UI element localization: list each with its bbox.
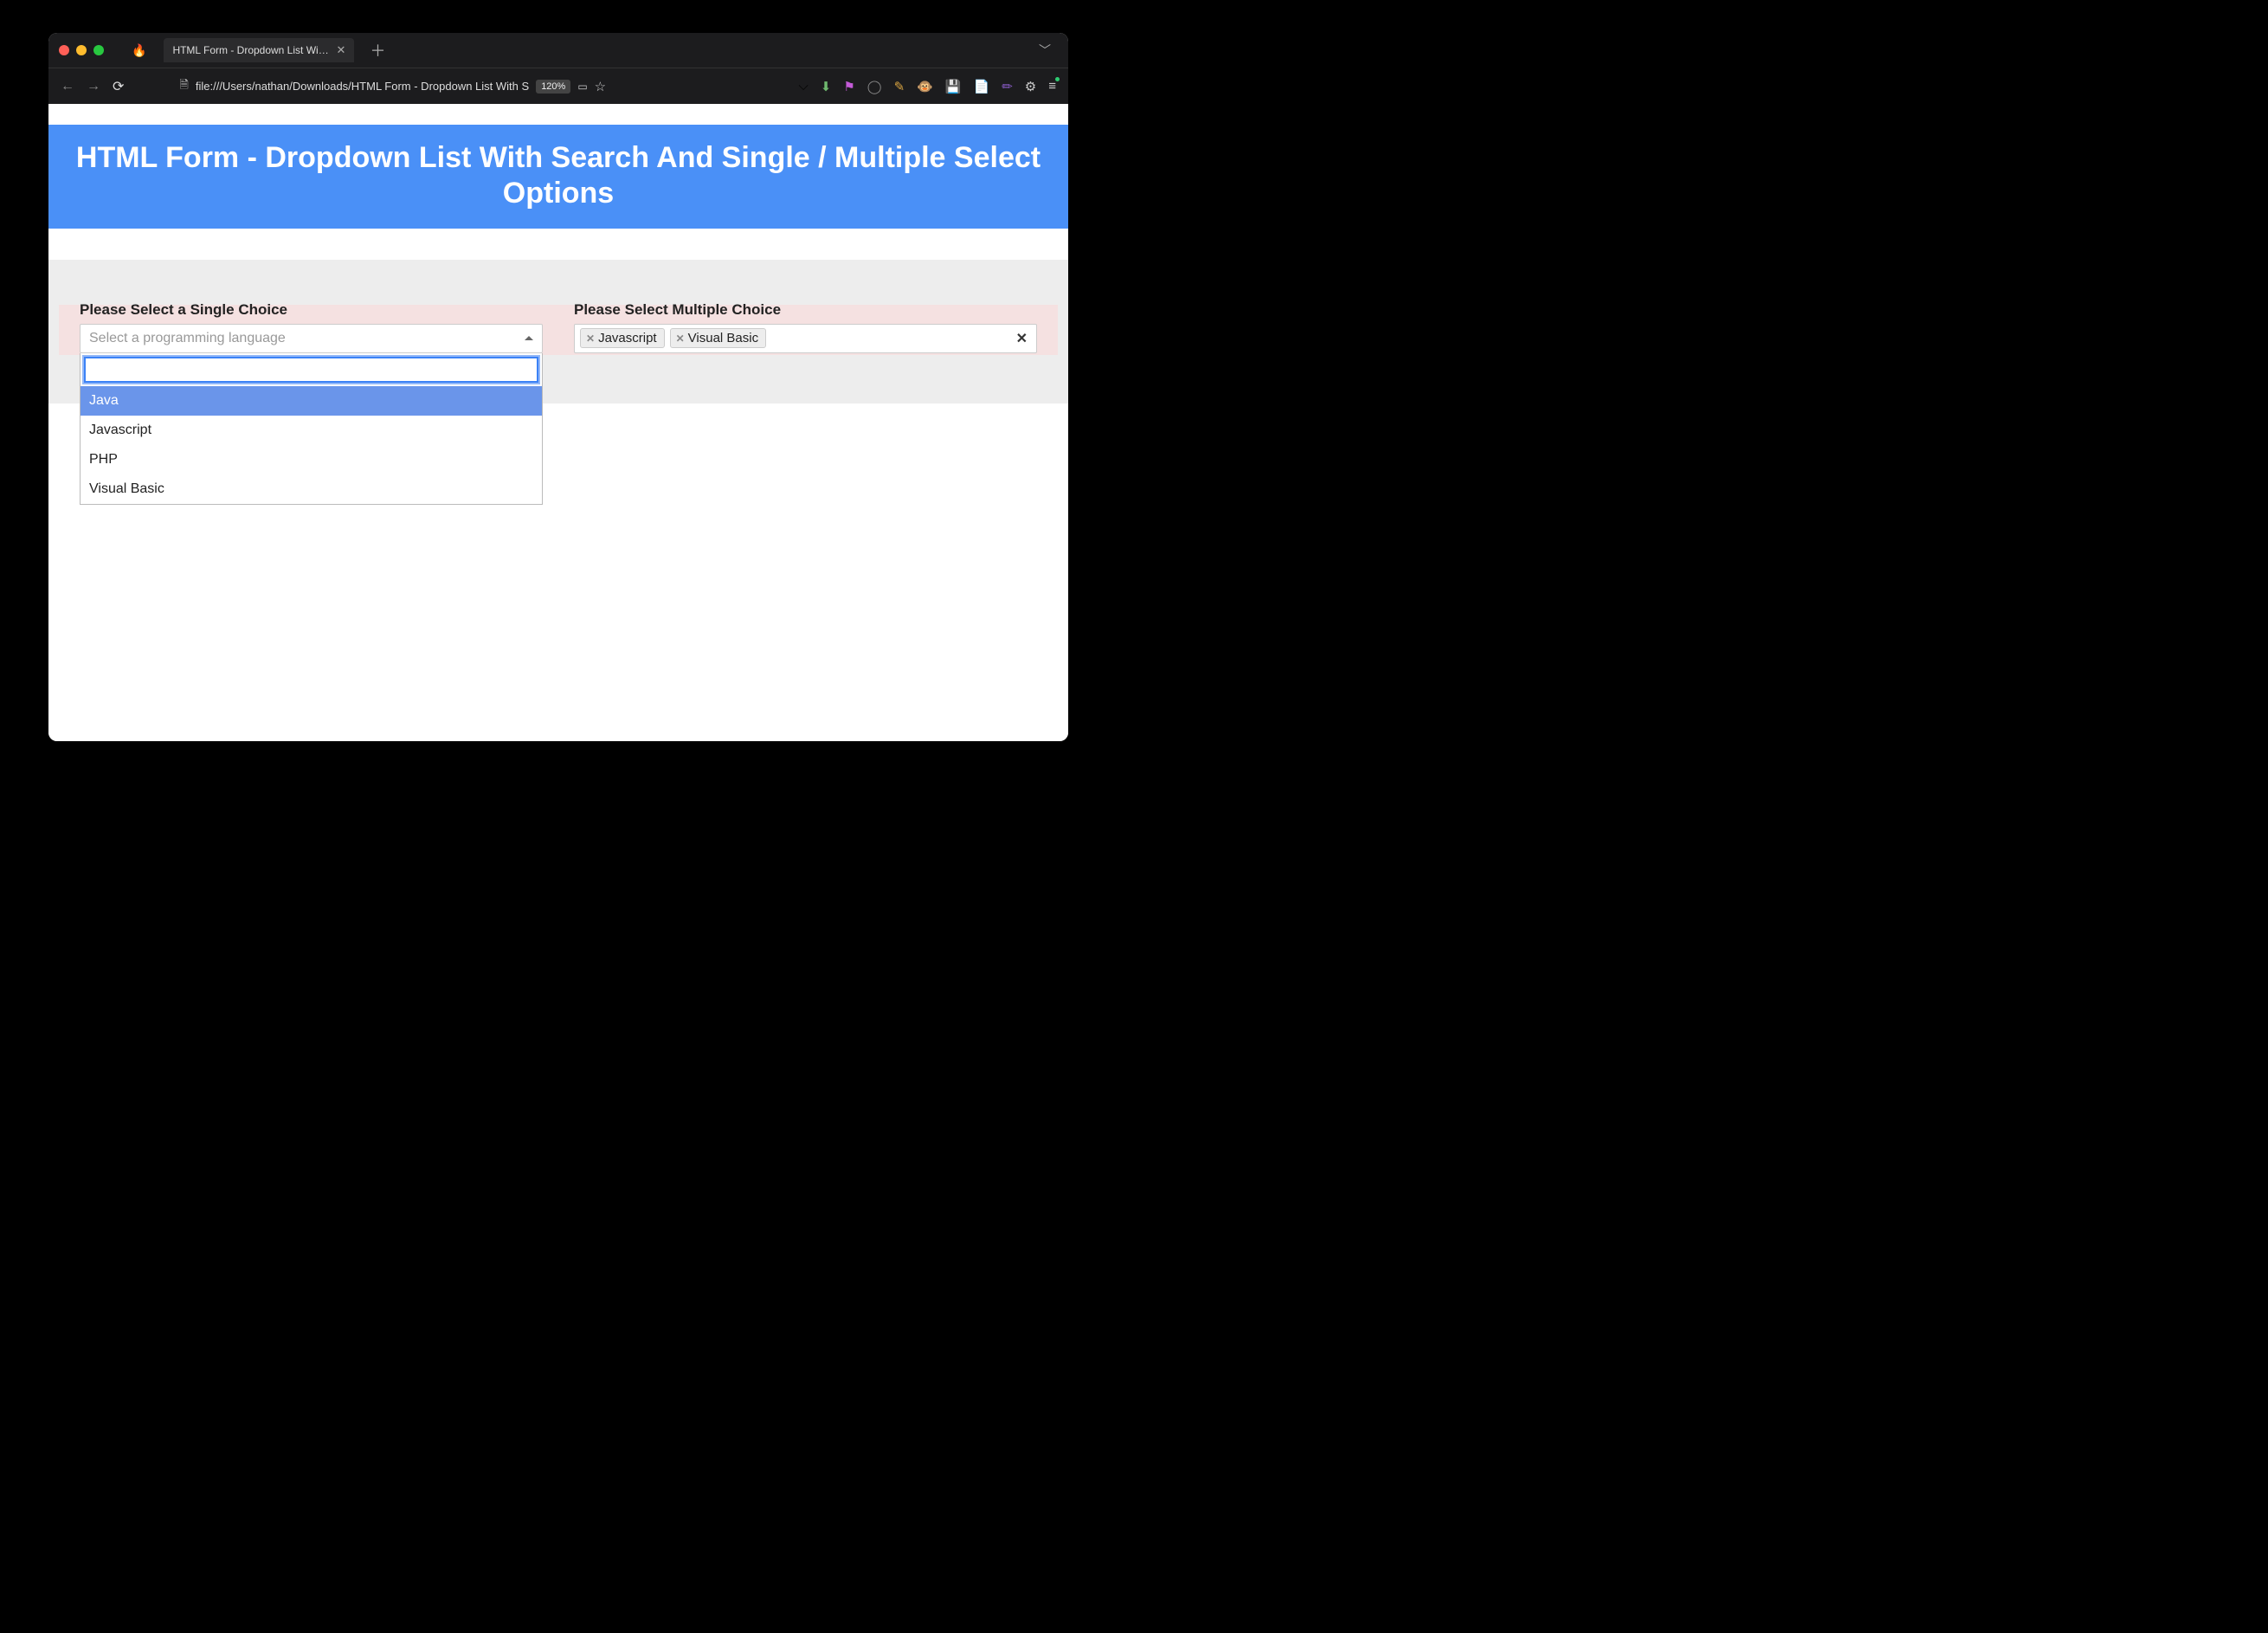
extension-icon-1[interactable]: ⚑ [843,79,854,94]
form-section: Please Select a Single Choice Select a p… [48,260,1068,403]
downloads-icon[interactable]: ⬇ [821,79,832,94]
extension-icon-4[interactable]: 🐵 [917,79,933,94]
zoom-badge[interactable]: 120% [536,80,570,94]
extension-icon-7[interactable]: ✏ [1002,79,1013,94]
multi-select-control[interactable]: ✕ Javascript ✕ Visual Basic ✕ [574,324,1037,353]
dropdown-search-input[interactable] [84,357,538,383]
single-select-label: Please Select a Single Choice [80,301,543,324]
titlebar: 🔥 HTML Form - Dropdown List With S ✕ ＋ ﹀ [48,33,1068,68]
extension-icon-3[interactable]: ✎ [894,79,905,94]
reload-button[interactable]: ⟳ [113,78,124,95]
page-icon: 🗎 [179,77,188,96]
single-select-dropdown: Java Javascript PHP Visual Basic [80,353,543,505]
dropdown-option[interactable]: PHP [81,445,542,474]
url-text: file:///Users/nathan/Downloads/HTML Form… [196,80,529,93]
multi-select-column: Please Select Multiple Choice ✕ Javascri… [574,301,1037,353]
tab-title: HTML Form - Dropdown List With S [172,44,329,56]
extension-icon-6[interactable]: 📄 [974,79,990,94]
hamburger-menu-icon[interactable]: ≡ [1048,79,1056,94]
selected-chip: ✕ Javascript [580,328,665,348]
selected-chip: ✕ Visual Basic [670,328,767,348]
toolbar-icons: ⌵ ⬇ ⚑ ◯ ✎ 🐵 💾 📄 ✏ ⚙ ≡ [798,79,1056,94]
single-select-placeholder: Select a programming language [89,331,286,346]
page-viewport: HTML Form - Dropdown List With Search An… [48,104,1068,741]
forward-button[interactable]: → [87,79,100,94]
tabs-overflow-icon[interactable]: ﹀ [1039,42,1051,59]
dropdown-options-list: Java Javascript PHP Visual Basic [81,386,542,504]
multi-select-label: Please Select Multiple Choice [574,301,1037,324]
caret-up-icon [525,336,533,340]
single-select-control[interactable]: Select a programming language [80,324,543,353]
url-box[interactable]: 🗎 file:///Users/nathan/Downloads/HTML Fo… [179,77,606,96]
chip-label: Javascript [598,331,657,345]
window-controls [59,45,104,55]
chip-remove-icon[interactable]: ✕ [586,332,595,345]
firefox-icon: 🔥 [132,43,146,58]
page-header: HTML Form - Dropdown List With Search An… [48,125,1068,229]
browser-window: 🔥 HTML Form - Dropdown List With S ✕ ＋ ﹀… [48,33,1068,741]
dropdown-option[interactable]: Visual Basic [81,474,542,504]
chip-remove-icon[interactable]: ✕ [676,332,685,345]
browser-tab[interactable]: HTML Form - Dropdown List With S ✕ [164,38,354,62]
pocket-icon[interactable]: ⌵ [798,79,808,94]
clear-all-icon[interactable]: ✕ [1016,330,1028,347]
bookmark-star-icon[interactable]: ☆ [595,79,606,94]
single-select-column: Please Select a Single Choice Select a p… [80,301,543,353]
minimize-window-button[interactable] [76,45,87,55]
close-window-button[interactable] [59,45,69,55]
new-tab-button[interactable]: ＋ [370,39,385,61]
dropdown-search-wrap [81,353,542,386]
back-button[interactable]: ← [61,79,74,94]
dropdown-option[interactable]: Java [81,386,542,416]
extension-icon-5[interactable]: 💾 [945,79,962,94]
close-tab-icon[interactable]: ✕ [337,43,346,57]
chip-label: Visual Basic [688,331,758,345]
maximize-window-button[interactable] [93,45,104,55]
extension-icon-8[interactable]: ⚙ [1025,79,1036,94]
dropdown-option[interactable]: Javascript [81,416,542,445]
page-title: HTML Form - Dropdown List With Search An… [66,140,1051,211]
extension-icon-2[interactable]: ◯ [867,79,882,94]
reader-mode-icon[interactable]: ▭ [577,81,587,93]
address-bar: ← → ⟳ 🗎 file:///Users/nathan/Downloads/H… [48,68,1068,104]
